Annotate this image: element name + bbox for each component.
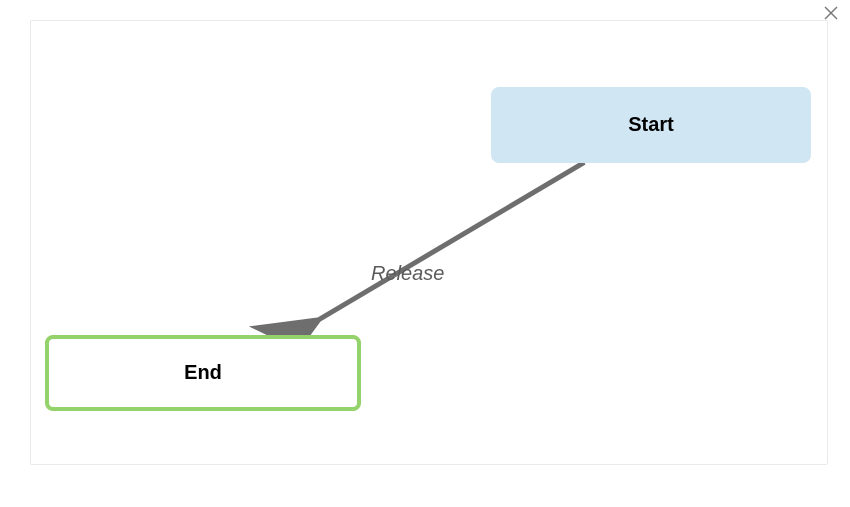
- close-icon[interactable]: [824, 6, 840, 22]
- diagram-canvas: Release Start End: [30, 20, 828, 465]
- node-end-label: End: [184, 362, 222, 385]
- node-start-label: Start: [628, 114, 674, 137]
- node-start[interactable]: Start: [491, 87, 811, 163]
- node-end[interactable]: End: [45, 335, 361, 411]
- edge-label-release: Release: [371, 263, 444, 286]
